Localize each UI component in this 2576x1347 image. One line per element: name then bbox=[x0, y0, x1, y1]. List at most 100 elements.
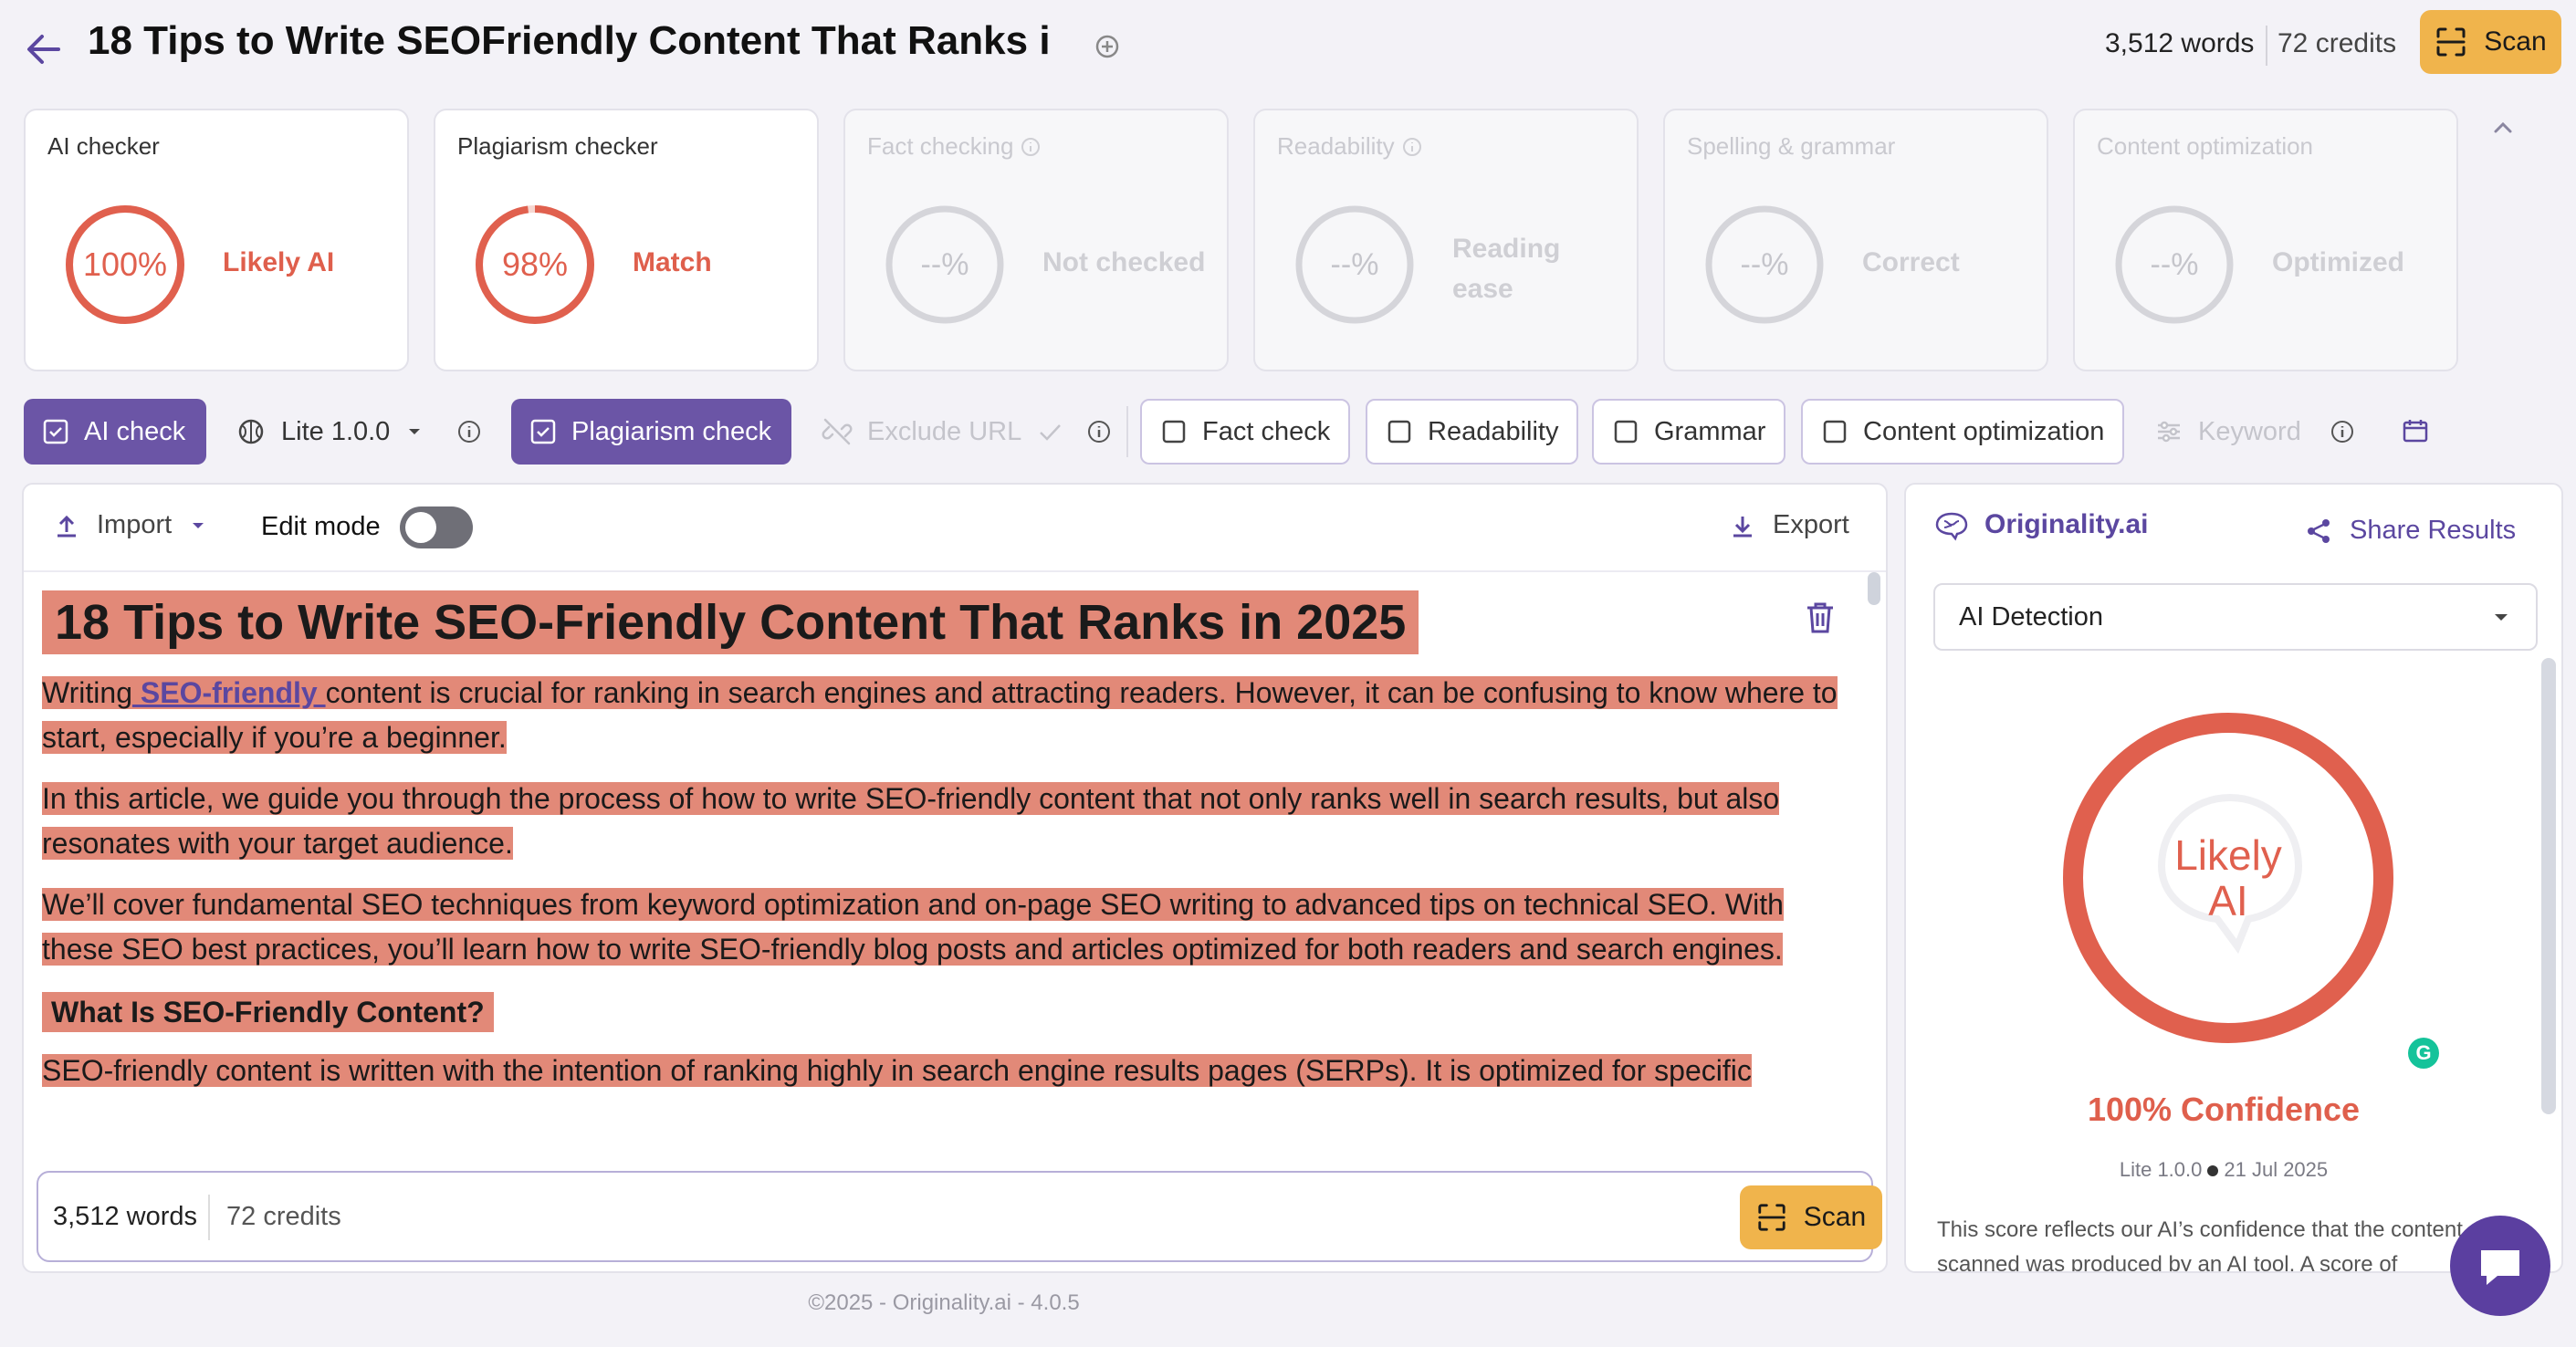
card-title: Spelling & grammar bbox=[1687, 132, 1896, 160]
grammar-score-value: --% bbox=[1740, 246, 1789, 282]
export-label: Export bbox=[1773, 510, 1849, 539]
chat-support-button[interactable] bbox=[2450, 1216, 2550, 1316]
content-optimization-label: Content optimization bbox=[1863, 416, 2105, 446]
keyword-label: Keyword bbox=[2198, 416, 2301, 446]
results-panel: Originality.ai Share Results AI Detectio… bbox=[1904, 483, 2563, 1273]
content-subheading: What Is SEO-Friendly Content? bbox=[42, 992, 494, 1032]
keyword-button[interactable]: Keyword bbox=[2136, 399, 2319, 465]
card-title: Fact checking bbox=[867, 132, 1014, 160]
document-content[interactable]: 18 Tips to Write SEO-Friendly Content Th… bbox=[42, 590, 1859, 1175]
card-fact-checking[interactable]: Fact checking --% Not checked bbox=[843, 109, 1229, 371]
trash-icon[interactable] bbox=[1804, 600, 1837, 636]
plagiarism-check-toggle[interactable]: Plagiarism check bbox=[511, 399, 791, 465]
result-type-dropdown[interactable]: AI Detection bbox=[1933, 583, 2538, 651]
word-count: 3,512 words bbox=[2105, 28, 2255, 58]
checkbox-empty-icon bbox=[1823, 420, 1847, 444]
readability-score-value: --% bbox=[1330, 246, 1379, 282]
scan-icon bbox=[2435, 26, 2467, 58]
caret-down-icon bbox=[193, 522, 204, 528]
card-spelling-grammar[interactable]: Spelling & grammar --% Correct bbox=[1663, 109, 2048, 371]
credits-count: 72 credits bbox=[2278, 28, 2397, 58]
content-paragraph: In this article, we guide you through th… bbox=[42, 777, 1859, 866]
scan-button[interactable]: Scan bbox=[2420, 10, 2561, 74]
content-optimization-toggle[interactable]: Content optimization bbox=[1801, 399, 2125, 465]
editor-panel: Import Edit mode Export 18 Tips to Write… bbox=[22, 483, 1888, 1273]
brain-chip-icon bbox=[238, 419, 264, 444]
download-icon bbox=[1733, 516, 1752, 537]
card-ai-checker[interactable]: AI checker 100% Likely AI bbox=[24, 109, 409, 371]
brand-logo: Originality.ai bbox=[1932, 508, 2149, 541]
ai-check-label: AI check bbox=[84, 416, 186, 446]
result-label-line: AI bbox=[2208, 877, 2248, 924]
editor-toolbar: Import Edit mode Export bbox=[24, 485, 1886, 572]
readability-toggle[interactable]: Readability bbox=[1366, 399, 1579, 465]
model-select[interactable]: Lite 1.0.0 bbox=[217, 399, 443, 465]
info-icon[interactable] bbox=[2330, 419, 2355, 444]
calendar-icon[interactable] bbox=[2401, 416, 2430, 445]
scan-button[interactable]: Scan bbox=[1740, 1185, 1882, 1249]
document-title[interactable]: 18 Tips to Write SEOFriendly Content Tha… bbox=[88, 18, 1051, 64]
grammar-score-status: Correct bbox=[1862, 247, 1960, 277]
edit-mode-toggle[interactable] bbox=[400, 506, 473, 548]
checkbox-empty-icon bbox=[1614, 420, 1638, 444]
paragraph-text: SEO-friendly content is written with the… bbox=[42, 1054, 1752, 1087]
readability-score-status: Reading ease bbox=[1452, 234, 1561, 304]
grammarly-icon[interactable]: G bbox=[2408, 1038, 2439, 1069]
content-paragraph: Writing SEO-friendly content is crucial … bbox=[42, 671, 1859, 760]
card-readability[interactable]: Readability --% Reading ease bbox=[1253, 109, 1639, 371]
divider bbox=[2266, 26, 2267, 66]
ai-result-label: Likely AI bbox=[2061, 711, 2395, 1045]
info-icon[interactable] bbox=[456, 419, 482, 444]
fact-score-value: --% bbox=[920, 246, 969, 282]
divider bbox=[208, 1195, 210, 1240]
import-button[interactable]: Import bbox=[53, 510, 208, 540]
plagiarism-score-value: 98% bbox=[501, 245, 569, 283]
import-label: Import bbox=[97, 510, 173, 539]
card-title: Plagiarism checker bbox=[457, 132, 658, 160]
optimization-score-value: --% bbox=[2150, 246, 2199, 282]
card-title: Readability bbox=[1277, 132, 1395, 160]
ai-score-status: Likely AI bbox=[223, 247, 335, 277]
ai-score-value: 100% bbox=[82, 245, 168, 283]
brain-logo-icon bbox=[1935, 512, 1968, 541]
chevron-up-icon[interactable] bbox=[2490, 115, 2516, 141]
ai-check-toggle[interactable]: AI check bbox=[24, 399, 206, 465]
checkbox-empty-icon bbox=[1387, 420, 1411, 444]
paragraph-text: In this article, we guide you through th… bbox=[42, 782, 1780, 860]
info-icon[interactable] bbox=[1086, 419, 1112, 444]
edit-mode-label: Edit mode bbox=[261, 512, 381, 541]
model-label: Lite 1.0.0 bbox=[281, 416, 391, 446]
plagiarism-check-label: Plagiarism check bbox=[571, 416, 772, 446]
add-circle-icon[interactable] bbox=[1094, 33, 1121, 60]
sliders-icon bbox=[2158, 421, 2180, 443]
optimization-score-status: Optimized bbox=[2272, 247, 2405, 277]
confidence-score: 100% Confidence bbox=[2087, 1091, 2361, 1128]
fact-check-toggle[interactable]: Fact check bbox=[1140, 399, 1351, 465]
check-icon bbox=[1040, 424, 1062, 441]
separator-dot bbox=[2207, 1165, 2219, 1176]
upload-icon bbox=[58, 515, 76, 537]
editor-scrollbar[interactable] bbox=[1868, 572, 1880, 605]
seo-friendly-link[interactable]: SEO-friendly bbox=[132, 676, 326, 709]
card-content-optimization[interactable]: Content optimization --% Optimized bbox=[2073, 109, 2458, 371]
exclude-url-label: Exclude URL bbox=[867, 416, 1022, 446]
brand-name: Originality.ai bbox=[1984, 509, 2149, 539]
card-plagiarism-checker[interactable]: Plagiarism checker 98% Match bbox=[434, 109, 819, 371]
link-off-icon bbox=[822, 418, 853, 445]
export-button[interactable]: Export bbox=[1729, 510, 1849, 540]
panel-scrollbar[interactable] bbox=[2541, 658, 2556, 1114]
exclude-url-button[interactable]: Exclude URL bbox=[803, 399, 1082, 465]
toggle-knob bbox=[405, 512, 436, 543]
grammar-toggle[interactable]: Grammar bbox=[1592, 399, 1786, 465]
divider bbox=[1126, 406, 1128, 457]
checkbox-checked-icon bbox=[43, 419, 68, 444]
content-paragraph: SEO-friendly content is written with the… bbox=[42, 1049, 1859, 1093]
share-results-button[interactable]: Share Results bbox=[2304, 516, 2516, 546]
info-icon bbox=[1402, 137, 1421, 156]
readability-label: Readability bbox=[1428, 416, 1559, 446]
content-heading: 18 Tips to Write SEO-Friendly Content Th… bbox=[42, 590, 1419, 654]
credits-count: 72 credits bbox=[226, 1202, 341, 1231]
scan-meta: Lite 1.0.0 21 Jul 2025 bbox=[1906, 1158, 2541, 1182]
plagiarism-score-status: Match bbox=[633, 247, 712, 277]
back-arrow-icon[interactable] bbox=[22, 27, 66, 71]
